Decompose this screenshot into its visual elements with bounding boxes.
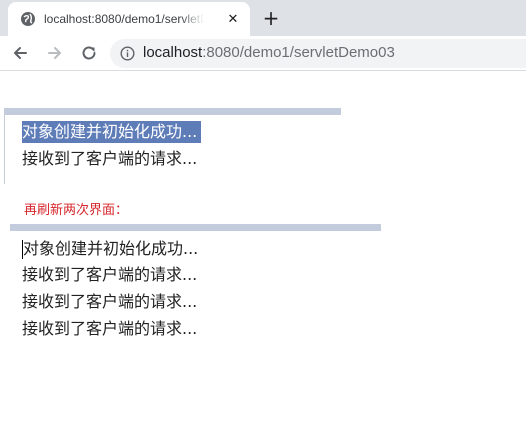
second-output-bar	[10, 224, 381, 231]
forward-button[interactable]	[42, 40, 68, 66]
info-icon[interactable]	[120, 46, 135, 61]
globe-icon	[20, 11, 36, 27]
back-button[interactable]	[7, 40, 33, 66]
page-content: 对象创建并初始化成功... 接收到了客户端的请求... 再刷新两次界面： 对象创…	[0, 72, 526, 435]
back-arrow-icon	[14, 47, 27, 59]
tab-strip: localhost:8080/demo1/servletDemo03 ✕ +	[0, 0, 526, 36]
second-output-line-1: 对象创建并初始化成功...	[23, 239, 199, 258]
browser-tab[interactable]: localhost:8080/demo1/servletDemo03 ✕	[8, 2, 250, 36]
url-host: localhost	[143, 44, 203, 61]
tab-title: localhost:8080/demo1/servletDemo03	[44, 12, 204, 26]
first-output-frame	[4, 108, 341, 184]
new-tab-button[interactable]: +	[260, 7, 282, 29]
first-output-line-1: 对象创建并初始化成功...	[22, 121, 202, 143]
first-output-line-2: 接收到了客户端的请求...	[22, 149, 198, 168]
reload-button[interactable]	[76, 40, 102, 66]
second-output-line-3: 接收到了客户端的请求...	[22, 292, 198, 311]
close-tab-icon[interactable]: ✕	[225, 11, 241, 27]
forward-arrow-icon	[48, 47, 61, 59]
browser-toolbar: localhost:8080/demo1/servletDemo03	[0, 36, 526, 71]
reload-icon	[82, 46, 96, 60]
address-bar[interactable]: localhost:8080/demo1/servletDemo03	[110, 39, 526, 68]
second-output-line-4: 接收到了客户端的请求...	[22, 319, 198, 338]
url-text[interactable]: localhost:8080/demo1/servletDemo03	[143, 44, 395, 61]
refresh-note: 再刷新两次界面：	[24, 203, 129, 218]
url-path: :8080/demo1/servletDemo03	[202, 44, 395, 61]
first-output-bar	[5, 108, 341, 115]
second-output-line-2: 接收到了客户端的请求...	[22, 265, 198, 284]
